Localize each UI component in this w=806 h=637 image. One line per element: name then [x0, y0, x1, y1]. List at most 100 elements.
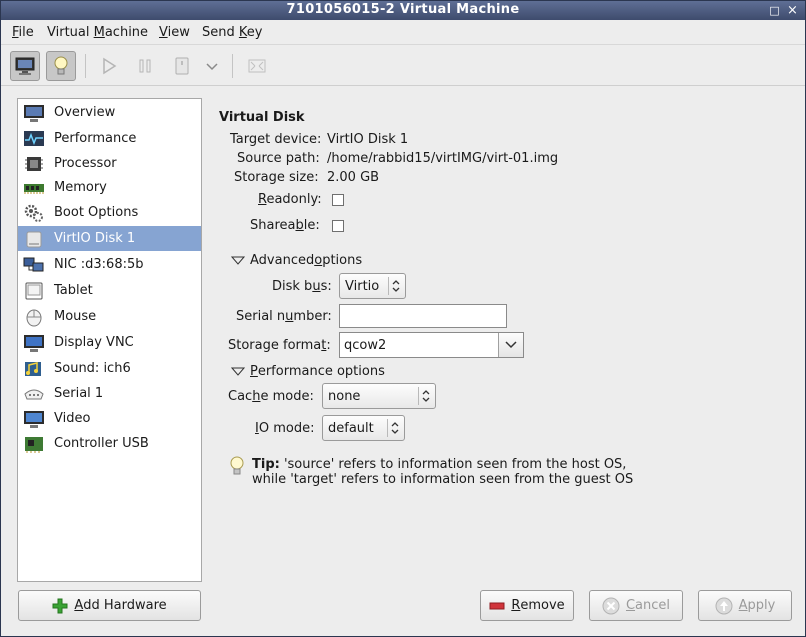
display-icon — [23, 333, 45, 353]
title-bar[interactable]: 7101056015-2 Virtual Machine □ × — [1, 1, 805, 20]
serial-number-input[interactable] — [339, 304, 507, 328]
hw-item-label: Processor — [54, 156, 117, 171]
hw-item-label: Tablet — [54, 283, 93, 298]
menu-vm-mnemonic: M — [93, 25, 105, 40]
cache-mode-value: none — [328, 389, 361, 404]
hw-item-nic[interactable]: NIC :d3:68:5b — [18, 252, 201, 277]
hw-item-label: Controller USB — [54, 436, 149, 451]
disk-bus-value: Virtio — [345, 279, 380, 294]
add-hardware-button[interactable]: Add Hardware — [18, 590, 201, 621]
shareable-pre: Sharea — [250, 218, 296, 233]
pause-button[interactable] — [130, 51, 160, 81]
section-heading: Virtual Disk — [219, 110, 305, 125]
hw-item-processor[interactable]: Processor — [18, 151, 201, 176]
nic-icon — [23, 255, 45, 275]
lightbulb-icon — [229, 456, 245, 482]
hw-item-serial[interactable]: Serial 1 — [18, 381, 201, 406]
storage-format-text: : — [326, 338, 331, 353]
fullscreen-button[interactable] — [242, 51, 272, 81]
advanced-options-label: ptions — [322, 253, 363, 268]
target-device-label: Target device: — [230, 132, 322, 147]
updown-arrows-icon — [388, 277, 402, 295]
hw-item-label: Overview — [54, 105, 116, 120]
remove-label: emove — [520, 598, 565, 613]
run-icon — [103, 57, 117, 75]
advanced-options-expander[interactable]: Advanced o ptions — [231, 253, 362, 268]
io-mode-combo[interactable]: default — [322, 415, 405, 441]
shareable-checkbox[interactable] — [332, 220, 344, 232]
tip-line-1: Tip: 'source' refers to information seen… — [252, 457, 626, 472]
shutdown-icon — [175, 57, 189, 75]
updown-arrows-icon — [418, 387, 432, 405]
hw-item-video[interactable]: Video — [18, 406, 201, 431]
menu-file[interactable]: File — [12, 25, 34, 40]
hw-item-label: VirtIO Disk 1 — [54, 231, 136, 246]
hw-item-memory[interactable]: Memory — [18, 175, 201, 200]
serial-icon — [23, 384, 45, 404]
menu-vm-label-pre: Virtual — [47, 25, 94, 40]
menu-file-label: ile — [18, 25, 34, 40]
maximize-button[interactable]: □ — [768, 4, 781, 17]
apply-label: pply — [747, 598, 776, 613]
remove-mnemonic: R — [511, 598, 521, 613]
fullscreen-icon — [248, 59, 266, 73]
remove-button[interactable]: Remove — [480, 590, 574, 621]
storage-size-label: Storage size: — [234, 170, 319, 185]
add-hardware-label: dd Hardware — [83, 598, 167, 613]
io-mode-label: IO mode: — [255, 421, 314, 436]
hw-item-display-vnc[interactable]: Display VNC — [18, 330, 201, 355]
shutdown-button[interactable] — [167, 51, 197, 81]
tip-line-2: while 'target' refers to information see… — [252, 472, 634, 487]
cancel-button[interactable]: Cancel — [589, 590, 683, 621]
menu-view[interactable]: View — [159, 25, 190, 40]
close-button[interactable]: × — [786, 4, 799, 17]
source-path-label: Source path: — [237, 151, 320, 166]
disk-details-panel: Virtual Disk Target device: VirtIO Disk … — [207, 98, 797, 582]
hw-item-label: NIC :d3:68:5b — [54, 257, 144, 272]
hardware-list[interactable]: Overview Performance Processor Memory Bo… — [17, 98, 202, 582]
shutdown-menu-button[interactable] — [199, 51, 225, 81]
remove-icon — [489, 601, 505, 611]
cancel-mnemonic: C — [625, 598, 636, 613]
tip-text-1: 'source' refers to information seen from… — [279, 457, 627, 472]
hw-item-sound[interactable]: Sound: ich6 — [18, 356, 201, 381]
menu-send-key[interactable]: Send Key — [202, 25, 262, 40]
target-device-value: VirtIO Disk 1 — [327, 132, 409, 147]
toolbar-separator-2 — [232, 54, 233, 78]
console-button[interactable] — [10, 51, 40, 81]
apply-icon — [715, 597, 733, 615]
storage-format-dropdown[interactable] — [498, 333, 523, 357]
disk-bus-label: Disk bus: — [272, 279, 332, 294]
hw-item-boot-options[interactable]: Boot Options — [18, 200, 201, 225]
performance-options-expander[interactable]: Performance options — [231, 364, 385, 379]
details-button[interactable] — [46, 51, 76, 81]
tablet-icon — [23, 281, 45, 301]
apply-button[interactable]: Apply — [698, 590, 792, 621]
hw-item-label: Video — [54, 411, 91, 426]
performance-options-mnemonic: P — [250, 364, 258, 379]
menu-view-mnemonic: V — [159, 25, 168, 40]
hw-item-overview[interactable]: Overview — [18, 100, 201, 125]
hw-item-mouse[interactable]: Mouse — [18, 304, 201, 329]
io-mode-value: default — [328, 421, 374, 436]
expander-arrow-icon — [231, 367, 245, 376]
readonly-checkbox[interactable] — [332, 194, 344, 206]
storage-format-combo[interactable]: qcow2 — [339, 332, 524, 358]
menu-view-label: iew — [167, 25, 190, 40]
updown-arrows-icon — [387, 419, 401, 437]
disk-bus-combo[interactable]: Virtio — [339, 273, 406, 299]
cache-mode-combo[interactable]: none — [322, 383, 436, 409]
toolbar — [1, 46, 805, 86]
storage-size-value: 2.00 GB — [327, 170, 380, 185]
menu-vm-label: achine — [104, 25, 149, 40]
hw-item-virtio-disk[interactable]: VirtIO Disk 1 — [18, 226, 201, 251]
performance-options-label: erformance options — [257, 364, 385, 379]
run-button[interactable] — [94, 51, 124, 81]
disk-icon — [23, 229, 45, 249]
hw-item-tablet[interactable]: Tablet — [18, 278, 201, 303]
menu-virtual-machine[interactable]: Virtual Machine — [47, 25, 148, 40]
hw-item-performance[interactable]: Performance — [18, 126, 201, 151]
hw-item-label: Display VNC — [54, 335, 134, 350]
performance-icon — [23, 129, 45, 149]
hw-item-controller-usb[interactable]: Controller USB — [18, 431, 201, 456]
